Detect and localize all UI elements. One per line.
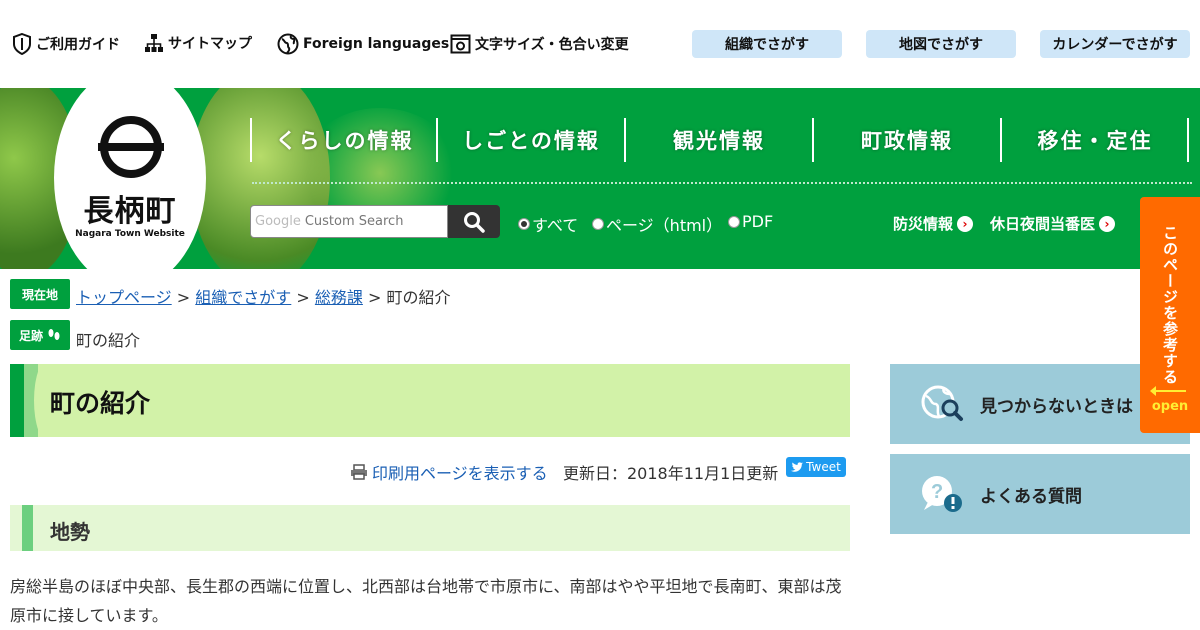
tweet-button[interactable]: Tweet [786, 457, 846, 477]
holiday-doctor-label: 休日夜間当番医 [990, 215, 1096, 233]
section-title: 地勢 [50, 520, 90, 544]
footprint-item[interactable]: 町の紹介 [76, 331, 140, 350]
settings-icon [450, 34, 471, 54]
nav-relocation[interactable]: 移住・定住 [1002, 118, 1188, 162]
header-divider [252, 182, 1192, 184]
nav-work[interactable]: しごとの情報 [438, 118, 624, 162]
breadcrumb-separator: > [368, 288, 382, 307]
side-tab-open[interactable]: open [1140, 399, 1200, 414]
nav-separator [1187, 118, 1189, 162]
search-icon [464, 211, 485, 233]
disaster-info-label: 防災情報 [893, 215, 954, 233]
sitemap-label: サイトマップ [168, 36, 252, 52]
text-size-label: 文字サイズ・色合い変更 [475, 36, 629, 53]
print-page-label: 印刷用ページを表示する [372, 464, 548, 483]
sitemap-icon [145, 34, 163, 52]
radio-pdf-label: PDF [742, 212, 774, 231]
twitter-icon [791, 462, 804, 472]
shield-icon [13, 33, 31, 55]
footprints-icon [48, 329, 60, 340]
not-found-label: 見つからないときは [980, 396, 1133, 417]
page-title-banner: 町の紹介 [10, 364, 850, 437]
search-input[interactable]: Google Custom Search [250, 205, 448, 238]
google-label: Google [255, 214, 301, 229]
page-title: 町の紹介 [50, 389, 151, 418]
nav-living[interactable]: くらしの情報 [252, 118, 437, 162]
radio-all-label: すべて [532, 216, 579, 235]
foreign-languages-link[interactable]: Foreign languages [277, 33, 449, 55]
radio-html[interactable]: ページ（html） [592, 212, 722, 236]
question-speech-icon: ? [922, 476, 962, 512]
holiday-doctor-link[interactable]: 休日夜間当番医 › [990, 213, 1116, 234]
globe-icon [277, 33, 299, 55]
radio-pdf[interactable]: PDF [728, 212, 773, 231]
title-accent-bar [10, 364, 24, 437]
foreign-label: Foreign languages [303, 36, 450, 52]
print-page-link[interactable]: 印刷用ページを表示する [350, 460, 548, 484]
site-header: 長柄町 Nagara Town Website くらしの情報 しごとの情報 観光… [0, 88, 1200, 269]
breadcrumb: トップページ > 組織でさがす > 総務課 > 町の紹介 [76, 284, 451, 308]
footprint-list: 町の紹介 [76, 327, 140, 351]
breadcrumb-separator: > [176, 288, 191, 307]
sitemap-link[interactable]: サイトマップ [144, 33, 252, 53]
disaster-info-link[interactable]: 防災情報 › [893, 213, 974, 234]
radio-all[interactable]: すべて [518, 212, 578, 236]
search-by-org-button[interactable]: 組織でさがす [692, 30, 842, 58]
breadcrumb-separator: > [296, 288, 310, 307]
svg-text:?: ? [931, 481, 943, 503]
top-utility-bar: ご利用ガイド サイトマップ Foreign languages 文字サイズ・色合… [0, 0, 1200, 88]
breadcrumb-general-affairs[interactable]: 総務課 [315, 288, 363, 307]
footprint-tag: 足跡 [10, 320, 70, 350]
breadcrumb-org[interactable]: 組織でさがす [195, 288, 291, 307]
search-by-map-button[interactable]: 地図でさがす [866, 30, 1016, 58]
search-globe-icon [921, 385, 963, 421]
logo-town-name[interactable]: 長柄町 [54, 186, 206, 230]
nav-government[interactable]: 町政情報 [814, 118, 1000, 162]
town-emblem-icon [98, 116, 164, 178]
tweet-label: Tweet [806, 460, 841, 474]
footprint-tag-label: 足跡 [18, 328, 43, 343]
guide-label: ご利用ガイド [36, 37, 120, 53]
section-heading: 地勢 [10, 505, 850, 551]
nav-tourism[interactable]: 観光情報 [626, 118, 812, 162]
breadcrumb-current: 町の紹介 [386, 288, 451, 307]
text-size-link[interactable]: 文字サイズ・色合い変更 [450, 33, 629, 54]
faq-label: よくある質問 [980, 486, 1082, 507]
radio-button[interactable] [728, 215, 740, 228]
arrow-right-icon: › [1099, 215, 1116, 232]
arrow-left-icon [1150, 386, 1186, 396]
section-accent-bar [22, 505, 33, 551]
breadcrumb-top[interactable]: トップページ [76, 288, 172, 307]
printer-icon [351, 464, 367, 480]
current-location-tag: 現在地 [10, 279, 70, 309]
logo-subtitle: Nagara Town Website [75, 229, 185, 239]
search-button[interactable] [448, 205, 500, 238]
radio-html-label: ページ（html） [606, 216, 723, 235]
radio-button-selected[interactable] [518, 218, 530, 230]
side-tab-label: このページを参考する [1161, 225, 1179, 385]
radio-button[interactable] [592, 218, 604, 230]
arrow-right-icon: › [957, 215, 974, 232]
guide-link[interactable]: ご利用ガイド [12, 33, 120, 55]
updated-date: 更新日：2018年11月1日更新 [563, 464, 779, 483]
reference-side-tab[interactable]: このページを参考する open [1140, 197, 1200, 433]
faq-box[interactable]: ? よくある質問 [890, 454, 1190, 534]
search-by-calendar-button[interactable]: カレンダーでさがす [1040, 30, 1190, 58]
section-body: 房総半島のほぼ中央部、長生郡の西端に位置し、北西部は台地帯で市原市に、南部はやや… [10, 577, 842, 625]
search-placeholder: Custom Search [304, 214, 404, 229]
